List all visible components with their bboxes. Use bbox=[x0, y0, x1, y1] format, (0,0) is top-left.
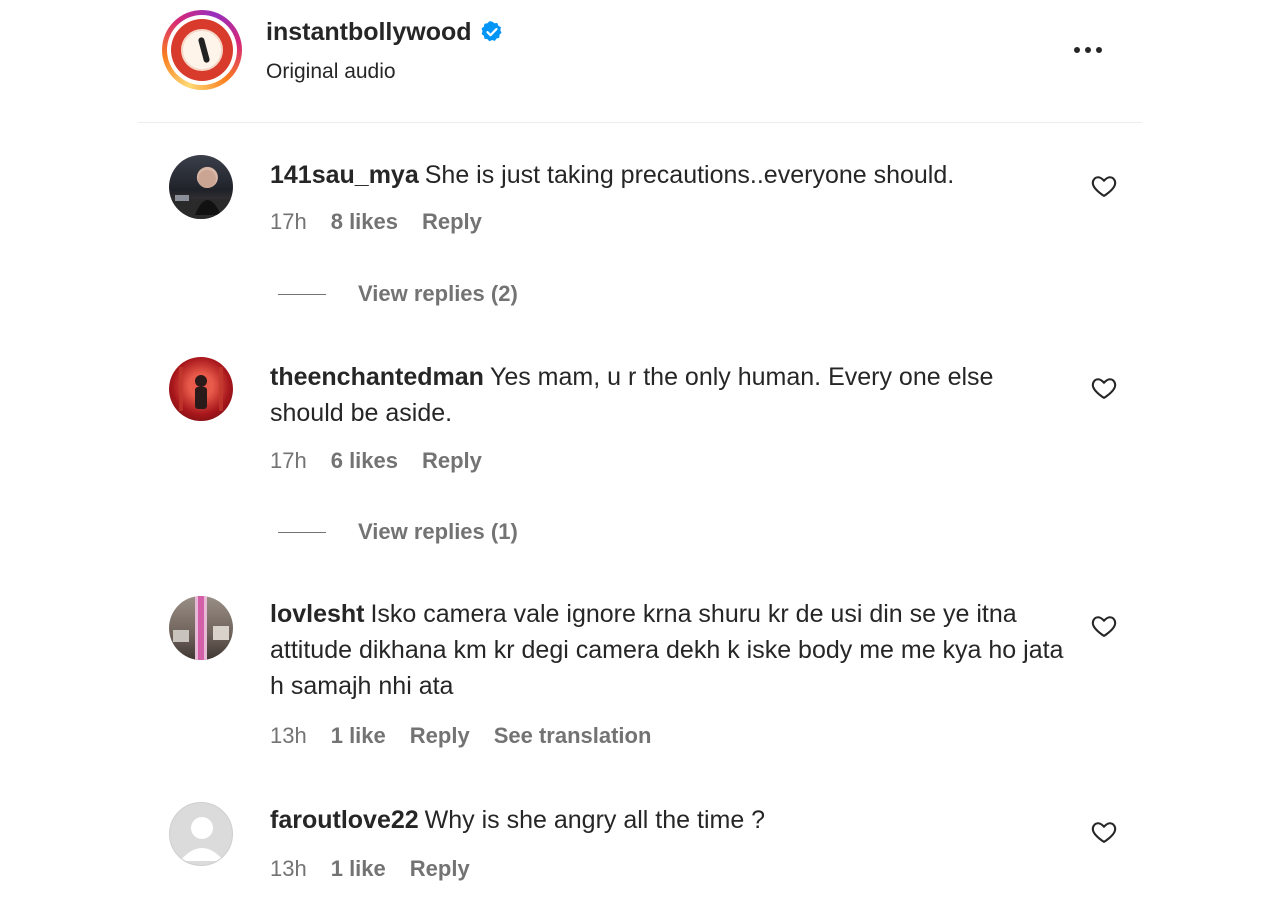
default-user-icon bbox=[180, 817, 224, 861]
replies-divider bbox=[278, 531, 326, 533]
view-replies-label: View replies (1) bbox=[358, 519, 518, 544]
more-options-icon[interactable] bbox=[1068, 38, 1108, 62]
comment-body: theenchantedman Yes mam, u r the only hum… bbox=[270, 359, 1070, 431]
profile-photo-icon bbox=[173, 596, 229, 660]
comment-username[interactable]: theenchantedman bbox=[270, 363, 484, 391]
reply-button[interactable]: Reply bbox=[410, 723, 470, 749]
view-replies-button[interactable]: View replies (1) bbox=[278, 519, 518, 545]
comment-text: Why is she angry all the time ? bbox=[424, 806, 766, 834]
comment-likes[interactable]: 1 like bbox=[331, 723, 386, 749]
comment-meta: 17h 6 likes Reply bbox=[270, 448, 506, 474]
heart-outline-icon[interactable] bbox=[1090, 172, 1118, 200]
replies-divider bbox=[278, 293, 326, 295]
comment-time: 13h bbox=[270, 856, 307, 881]
view-replies-button[interactable]: View replies (2) bbox=[278, 281, 518, 307]
comment-likes[interactable]: 1 like bbox=[331, 856, 386, 882]
heart-outline-icon[interactable] bbox=[1090, 612, 1118, 640]
post-audio-label[interactable]: Original audio bbox=[266, 60, 396, 84]
reply-button[interactable]: Reply bbox=[422, 448, 482, 474]
reply-button[interactable]: Reply bbox=[422, 209, 482, 235]
comment-text: Isko camera vale ignore krna shuru kr de… bbox=[270, 600, 1064, 700]
view-replies-label: View replies (2) bbox=[358, 281, 518, 306]
commenter-avatar[interactable] bbox=[169, 357, 233, 421]
comment-likes[interactable]: 8 likes bbox=[331, 209, 398, 235]
commenter-avatar[interactable] bbox=[169, 596, 233, 660]
comment-likes[interactable]: 6 likes bbox=[331, 448, 398, 474]
brand-logo bbox=[171, 19, 233, 81]
comment-username[interactable]: lovlesht bbox=[270, 600, 364, 628]
comment-text: She is just taking precautions..everyone… bbox=[424, 161, 955, 189]
commenter-avatar[interactable] bbox=[169, 802, 233, 866]
comment-time: 17h bbox=[270, 448, 307, 473]
reply-button[interactable]: Reply bbox=[410, 856, 470, 882]
commenter-avatar[interactable] bbox=[169, 155, 233, 219]
heart-outline-icon[interactable] bbox=[1090, 818, 1118, 846]
post-author-avatar[interactable] bbox=[162, 10, 242, 90]
post-header: instantbollywood Original audio bbox=[138, 0, 1142, 123]
see-translation-button[interactable]: See translation bbox=[494, 723, 652, 749]
comment-body: lovlesht Isko camera vale ignore krna shu… bbox=[270, 596, 1070, 704]
comment-meta: 13h 1 like Reply bbox=[270, 856, 494, 882]
comment-meta: 17h 8 likes Reply bbox=[270, 209, 506, 235]
comment-time: 17h bbox=[270, 209, 307, 234]
verified-badge-icon bbox=[481, 21, 502, 42]
comment-username[interactable]: faroutlove22 bbox=[270, 806, 419, 834]
post-author-username[interactable]: instantbollywood bbox=[266, 18, 472, 47]
heart-outline-icon[interactable] bbox=[1090, 374, 1118, 402]
comment-meta: 13h 1 like Reply See translation bbox=[270, 723, 675, 749]
profile-photo-icon bbox=[179, 367, 223, 411]
comment-time: 13h bbox=[270, 723, 307, 748]
comment-body: 141sau_mya She is just taking precautions… bbox=[270, 157, 1070, 193]
comment-username[interactable]: 141sau_mya bbox=[270, 161, 419, 189]
profile-photo-icon bbox=[169, 170, 233, 219]
comment-body: faroutlove22 Why is she angry all the tim… bbox=[270, 802, 1070, 838]
post-author: instantbollywood bbox=[266, 16, 504, 48]
